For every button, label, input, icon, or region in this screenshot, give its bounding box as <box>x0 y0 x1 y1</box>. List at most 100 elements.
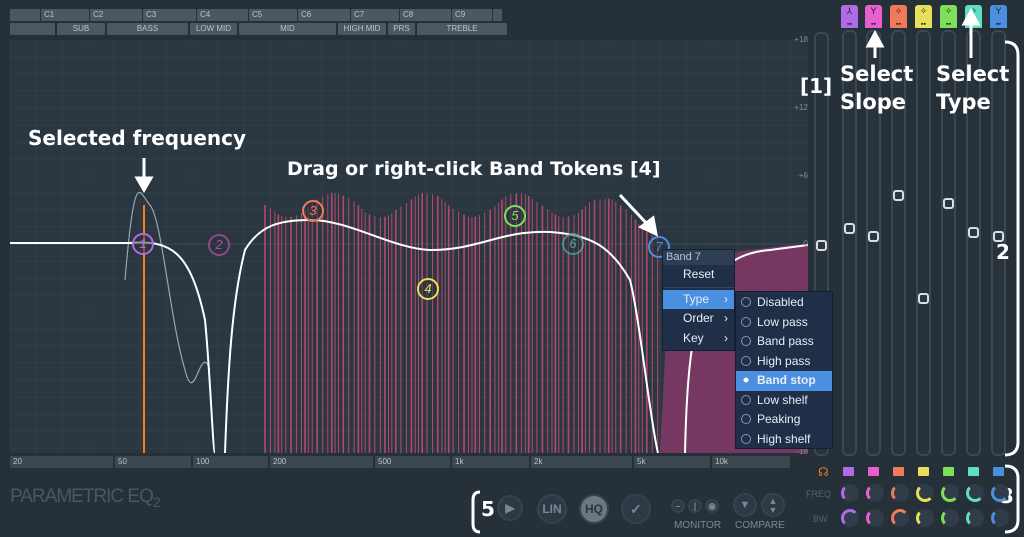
octave-cell <box>493 9 502 21</box>
type-option[interactable]: High pass <box>736 352 832 372</box>
band-token-selector-3[interactable]: ✧ ▪▪ <box>890 5 907 28</box>
freq-knob-2[interactable] <box>866 484 884 502</box>
slider-handle[interactable] <box>816 240 827 251</box>
monitor-mid-button[interactable]: | <box>688 499 702 513</box>
radio-unselected[interactable] <box>741 394 751 405</box>
band-token-4[interactable]: 4 <box>417 278 439 300</box>
slider-handle[interactable] <box>868 231 879 242</box>
order-icon[interactable]: ▪▪ <box>871 21 876 28</box>
bw-knob-4[interactable] <box>916 509 934 527</box>
slider-handle[interactable] <box>893 190 904 201</box>
order-icon[interactable]: ▪▪ <box>847 21 852 28</box>
freq-knob-4[interactable] <box>916 484 934 502</box>
lin-button[interactable]: LIN <box>537 494 567 524</box>
bw-knob-5[interactable] <box>941 509 959 527</box>
play-button[interactable]: ▶ <box>497 495 523 521</box>
check-icon[interactable]: ✓ <box>621 494 651 524</box>
octave-cell: C4 <box>197 9 248 21</box>
bw-knob-1[interactable] <box>841 509 859 527</box>
type-option[interactable]: Low pass <box>736 313 832 333</box>
gain-label: +18 <box>794 35 808 44</box>
radio-unselected[interactable] <box>741 297 751 307</box>
band-token-6[interactable]: 6 <box>562 233 584 255</box>
order-icon[interactable]: ▪▪ <box>921 21 926 28</box>
order-icon[interactable]: ▪▪ <box>896 21 901 28</box>
annotation-1: [1] <box>800 74 833 98</box>
band-enable-toggle-2[interactable] <box>868 467 879 476</box>
type-icon[interactable]: ✧ <box>895 6 903 16</box>
band-enable-toggle-3[interactable] <box>893 467 904 476</box>
eq-graph[interactable] <box>9 39 809 454</box>
slider-handle[interactable] <box>918 292 929 304</box>
octave-cell: C1 <box>41 9 89 21</box>
type-option[interactable]: Low shelf <box>736 391 832 411</box>
type-option[interactable]: Disabled <box>736 293 832 313</box>
type-icon[interactable]: ✧ <box>970 6 978 16</box>
band-enable-toggle-1[interactable] <box>843 467 854 476</box>
headphones-icon[interactable]: ☊ <box>818 465 829 479</box>
menu-item-key[interactable]: Key › <box>663 329 734 349</box>
slope-icon[interactable]: Y <box>995 6 1001 16</box>
band-enable-toggle-4[interactable] <box>918 467 929 476</box>
band-token-selector-6[interactable]: ✧ ▪▪ <box>965 5 982 28</box>
radio-unselected[interactable] <box>741 316 751 327</box>
order-icon[interactable]: ▪▪ <box>946 21 951 28</box>
band-token-5[interactable]: 5 <box>504 205 526 227</box>
type-icon[interactable]: ✧ <box>920 6 928 16</box>
monitor-on-button[interactable]: ◉ <box>705 499 719 513</box>
menu-item-reset[interactable]: Reset <box>663 265 734 285</box>
band-enable-toggle-5[interactable] <box>943 467 954 476</box>
freq-knob-7[interactable] <box>991 484 1009 502</box>
slope-icon[interactable]: Y <box>870 6 876 16</box>
type-icon[interactable]: ✧ <box>945 6 953 16</box>
band-token-3[interactable]: 3 <box>302 200 324 222</box>
type-option[interactable]: High shelf <box>736 430 832 450</box>
type-option[interactable]: Band pass <box>736 332 832 352</box>
bw-knob-6[interactable] <box>966 509 984 527</box>
type-option-label: Peaking <box>757 412 801 426</box>
chevron-right-icon: › <box>724 330 728 345</box>
menu-item-order[interactable]: Order › <box>663 309 734 329</box>
freq-knob-3[interactable] <box>891 484 909 502</box>
menu-label: Key <box>683 330 704 345</box>
compare-a-button[interactable]: ▼ <box>733 493 757 517</box>
radio-unselected[interactable] <box>741 433 751 444</box>
type-option[interactable]: Band stop <box>736 371 832 391</box>
band-token-2[interactable]: 2 <box>208 234 230 256</box>
band-token-1[interactable]: 1 <box>132 233 154 255</box>
slope-icon[interactable]: ⅄ <box>847 6 853 16</box>
bw-knob-2[interactable] <box>866 509 884 527</box>
band-token-selector-5[interactable]: ✧ ▪▪ <box>940 5 957 28</box>
band-token-selector-7[interactable]: Y ▪▪ <box>990 5 1007 28</box>
range-cell: MID <box>239 23 336 35</box>
band-token-selector-1[interactable]: ⅄ ▪▪ <box>841 5 858 28</box>
band-enable-toggle-7[interactable] <box>993 467 1004 476</box>
freq-knob-1[interactable] <box>841 484 859 502</box>
radio-unselected[interactable] <box>741 414 751 424</box>
range-cell: LOW MID <box>190 23 237 35</box>
type-option[interactable]: Peaking <box>736 410 832 430</box>
slider-handle[interactable] <box>943 198 954 210</box>
octave-cell <box>10 9 40 21</box>
band-token-selector-4[interactable]: ✧ ▪▪ <box>915 5 932 28</box>
slider-handle[interactable] <box>968 226 979 238</box>
order-icon[interactable]: ▪▪ <box>996 21 1001 28</box>
slider-handle[interactable] <box>844 222 855 234</box>
bw-knob-7[interactable] <box>991 509 1009 527</box>
band-enable-toggle-6[interactable] <box>968 467 979 476</box>
eq-graph-canvas[interactable] <box>9 39 809 454</box>
menu-item-type[interactable]: Type › <box>663 289 734 309</box>
freq-knob-5[interactable] <box>941 484 959 502</box>
monitor-off-button[interactable]: – <box>671 499 685 513</box>
freq-knob-6[interactable] <box>966 484 984 502</box>
order-icon[interactable]: ▪▪ <box>971 21 976 28</box>
bw-knob-3[interactable] <box>891 509 909 527</box>
band-token-selector-2[interactable]: Y ▪▪ <box>865 5 882 28</box>
hq-button[interactable]: HQ <box>579 494 609 524</box>
radio-unselected[interactable] <box>741 355 751 366</box>
freq-label: FREQ <box>806 489 832 499</box>
radio-selected[interactable] <box>743 377 749 383</box>
range-cell <box>10 23 55 35</box>
compare-swap-button[interactable]: ▲ ▼ <box>761 493 785 517</box>
radio-unselected[interactable] <box>741 336 751 346</box>
